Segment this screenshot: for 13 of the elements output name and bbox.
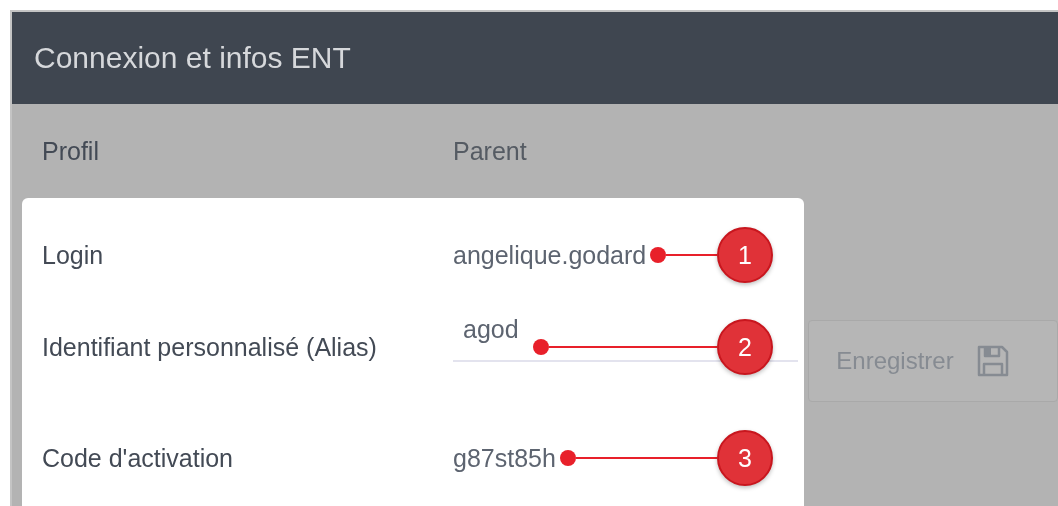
field-label: Login [42, 239, 105, 271]
profile-value: Parent [453, 136, 527, 166]
callout-badge: 3 [717, 430, 773, 486]
field-label: Identifiant personnalisé (Alias) [42, 331, 378, 363]
field-value: angelique.godard [453, 240, 647, 270]
leader-line [650, 247, 717, 263]
field-value: g87st85h [453, 443, 556, 473]
callout-badge: 2 [717, 319, 773, 375]
callout-badge: 1 [717, 227, 773, 283]
profile-label: Profil [42, 136, 100, 166]
panel-title: Connexion et infos ENT [34, 41, 351, 75]
floppy-disk-icon [975, 344, 1010, 378]
field-label: Code d'activation [42, 442, 234, 474]
